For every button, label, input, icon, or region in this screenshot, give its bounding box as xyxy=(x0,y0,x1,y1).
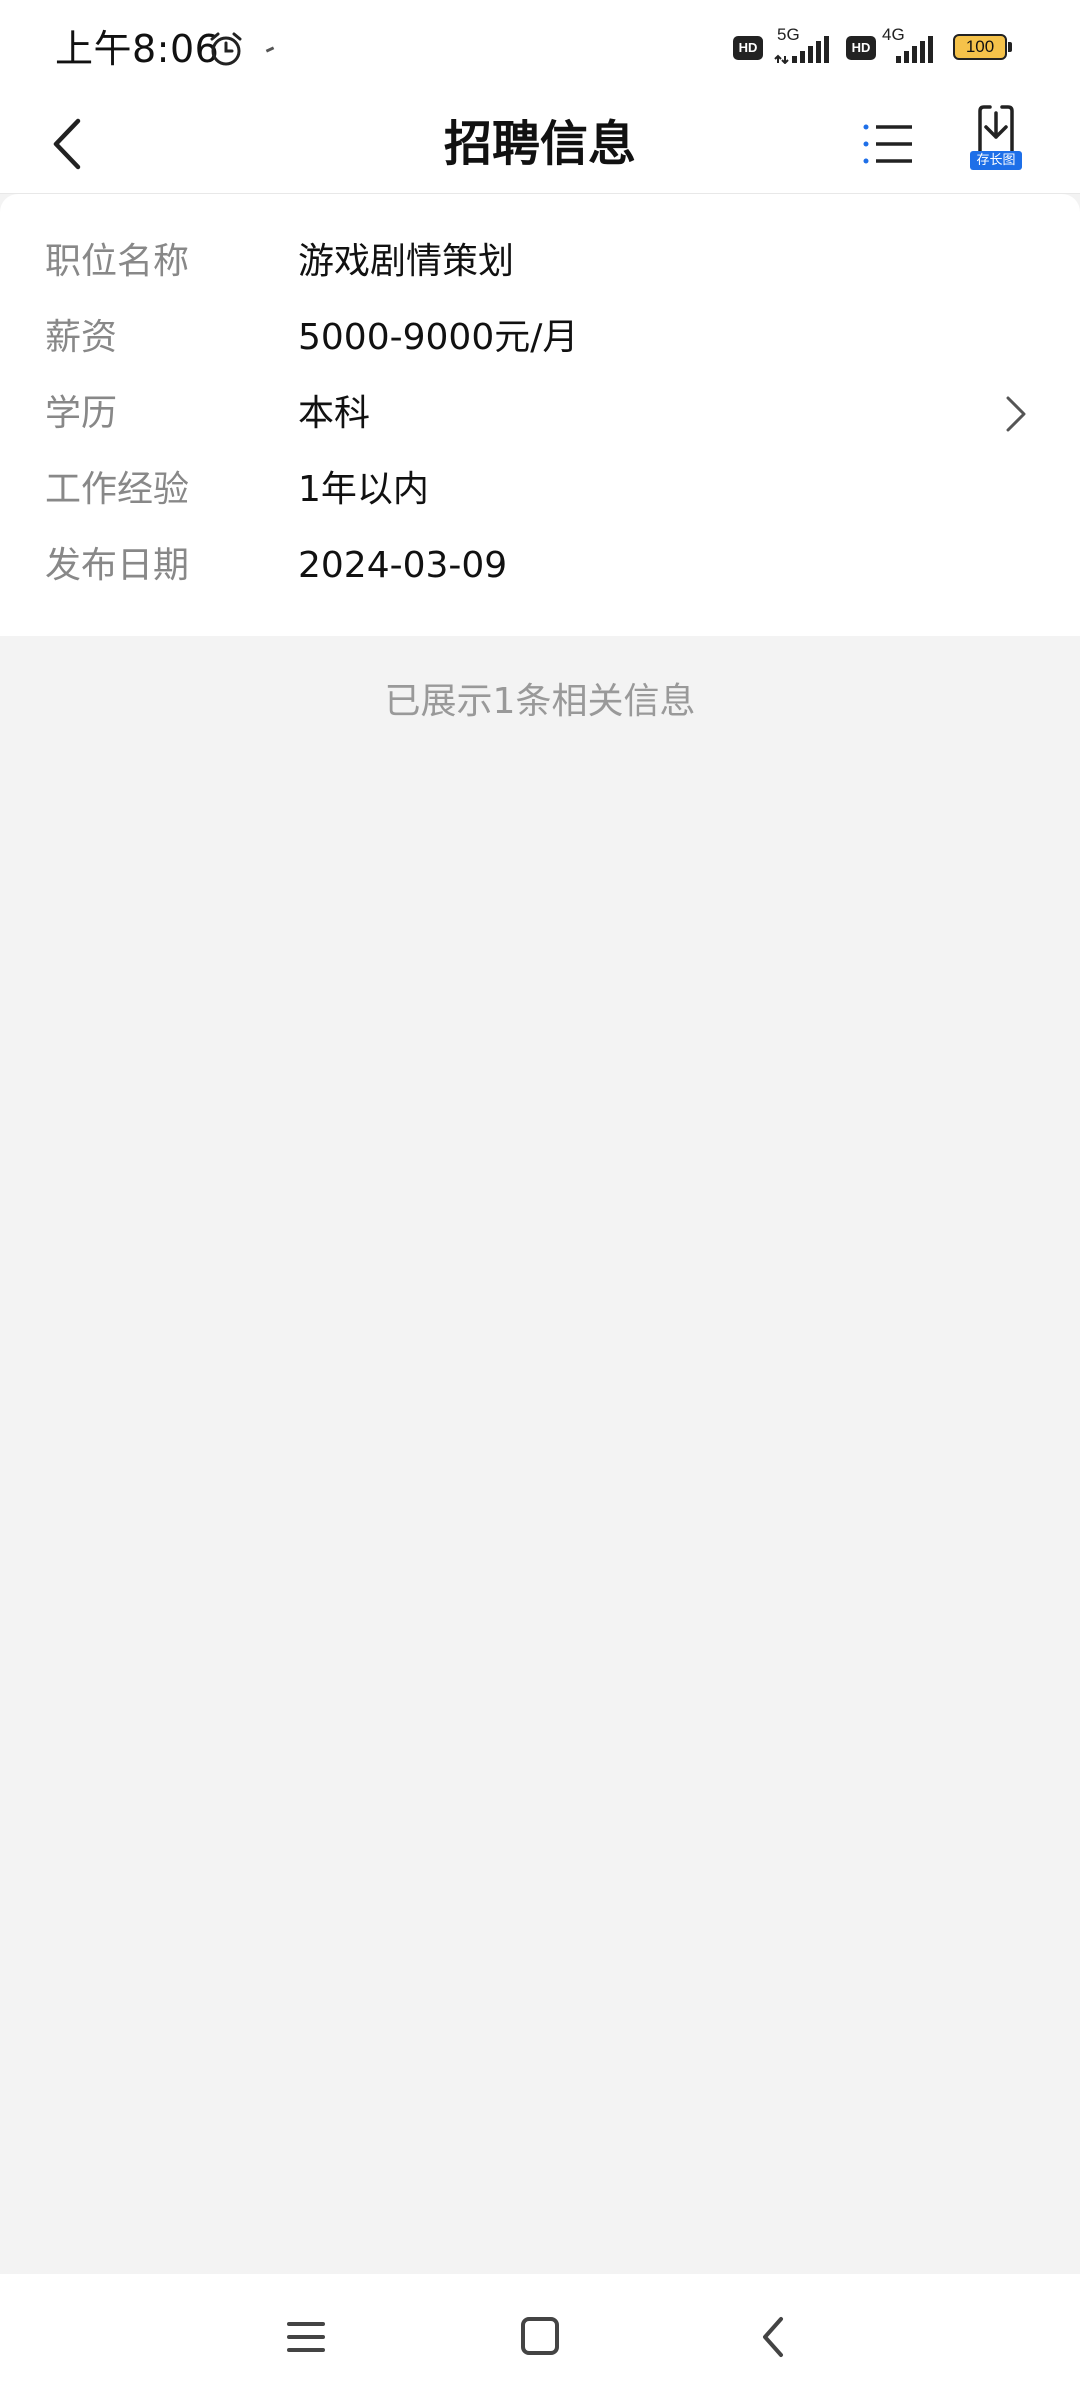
back-arrow-icon[interactable] xyxy=(40,105,100,183)
education-value: 本科 xyxy=(298,393,371,434)
publish-date-label: 发布日期 xyxy=(45,545,190,586)
job-title-label: 职位名称 xyxy=(45,241,190,282)
status-dot-icon xyxy=(265,46,275,53)
signal-icon-2 xyxy=(896,36,933,63)
job-title-row: 职位名称 游戏剧情策划 xyxy=(0,224,1080,300)
home-icon[interactable] xyxy=(505,2302,575,2372)
download-icon xyxy=(978,105,1014,155)
status-time: 上午8:06 xyxy=(55,27,220,71)
back-icon[interactable] xyxy=(739,2302,809,2372)
signal-icon xyxy=(774,36,829,64)
header: 招聘信息 存长图 xyxy=(0,95,1080,194)
education-row: 学历 本科 xyxy=(0,376,1080,452)
battery-icon: 100 xyxy=(953,34,1013,62)
salary-value: 5000-9000元/月 xyxy=(298,317,579,358)
chevron-right-icon[interactable] xyxy=(1000,394,1034,434)
page-title: 招聘信息 xyxy=(443,116,636,172)
hd-badge-2: HD xyxy=(846,36,876,60)
save-long-label: 存长图 xyxy=(970,151,1022,170)
salary-label: 薪资 xyxy=(45,317,118,358)
alarm-icon xyxy=(210,32,242,66)
list-menu-icon[interactable] xyxy=(858,111,924,177)
status-bar: 上午8:06 HD 5G HD 4G 100 xyxy=(0,0,1080,95)
experience-row: 工作经验 1年以内 xyxy=(0,452,1080,528)
save-long-image-button[interactable]: 存长图 xyxy=(964,105,1028,183)
publish-date-row: 发布日期 2024-03-09 xyxy=(0,528,1080,604)
battery-nub xyxy=(1008,42,1012,52)
menu-icon[interactable] xyxy=(271,2302,341,2372)
education-label: 学历 xyxy=(45,393,118,434)
publish-date-value: 2024-03-09 xyxy=(298,545,508,586)
job-title-value: 游戏剧情策划 xyxy=(298,241,515,282)
salary-row: 薪资 5000-9000元/月 xyxy=(0,300,1080,376)
job-info-card[interactable]: 职位名称 游戏剧情策划 薪资 5000-9000元/月 学历 本科 工作经验 1… xyxy=(0,194,1080,636)
system-nav-bar xyxy=(0,2274,1080,2400)
experience-value: 1年以内 xyxy=(298,469,429,510)
hd-badge-1: HD xyxy=(733,36,763,60)
experience-label: 工作经验 xyxy=(45,469,190,510)
battery-level: 100 xyxy=(965,37,995,56)
results-count-note: 已展示1条相关信息 xyxy=(384,681,696,722)
